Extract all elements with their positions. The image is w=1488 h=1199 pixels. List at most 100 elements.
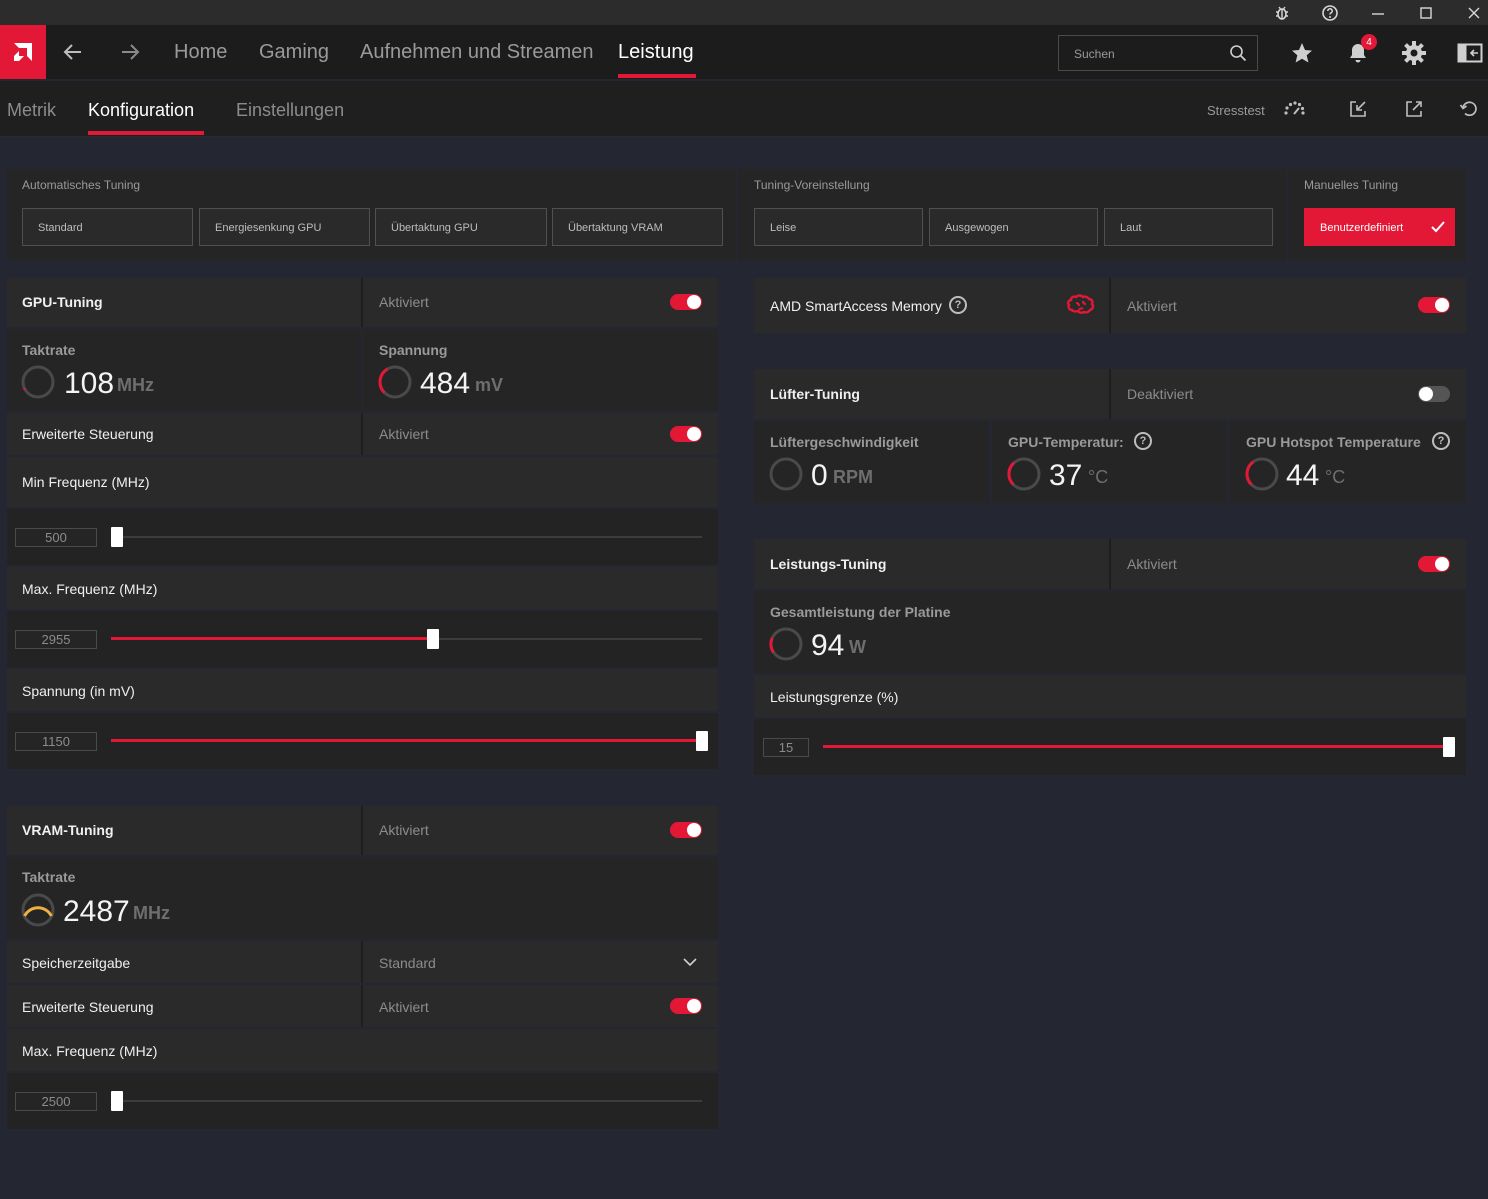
forward-arrow-icon[interactable] [116,38,144,66]
power-limit-input[interactable]: 15 [763,738,809,757]
board-power-unit: W [849,637,866,657]
gpu-min-frequency-slider-thumb[interactable] [111,527,123,547]
vram-max-frequency-row: Max. Frequenz (MHz) [7,1029,718,1071]
import-profile-icon[interactable] [1346,97,1370,121]
vram-advanced-control-row: Erweiterte Steuerung Aktiviert [7,985,718,1027]
tuning-preset-label: Tuning-Voreinstellung [754,178,870,192]
help-icon[interactable]: ? [1134,432,1152,450]
preset-balanced-button[interactable]: Ausgewogen [929,208,1098,246]
nav-home[interactable]: Home [174,41,227,64]
tab-metrics[interactable]: Metrik [7,100,56,121]
settings-gear-icon[interactable] [1399,38,1429,68]
vram-clock-metric: Taktrate 2487 MHz [7,857,718,939]
fan-tuning-toggle[interactable] [1418,386,1450,402]
chevron-down-icon[interactable] [683,957,697,967]
preset-overclock-gpu-button[interactable]: Übertaktung GPU [375,208,547,246]
tuning-preset-panel: Tuning-Voreinstellung Leise Ausgewogen L… [738,169,1286,261]
tab-settings[interactable]: Einstellungen [236,100,344,121]
divider [361,413,363,455]
gpu-tuning-state: Aktiviert [379,294,429,310]
board-power-value: 94 [811,629,845,662]
nav-record-stream[interactable]: Aufnehmen und Streamen [360,41,594,64]
fan-tuning-header: Lüfter-Tuning Deaktiviert [754,369,1466,419]
vram-memory-timing-select[interactable]: Standard [379,955,436,971]
help-icon[interactable]: ? [1432,432,1450,450]
tab-configuration[interactable]: Konfiguration [88,100,194,121]
gpu-max-frequency-row: Max. Frequenz (MHz) [7,567,718,609]
gpu-tuning-toggle[interactable] [670,294,702,310]
minimize-icon[interactable] [1358,0,1398,25]
nav-gaming[interactable]: Gaming [259,41,329,64]
preset-quiet-button[interactable]: Leise [754,208,923,246]
back-arrow-icon[interactable] [59,38,87,66]
preset-overclock-vram-button[interactable]: Übertaktung VRAM [552,208,723,246]
vram-memory-timing-row: Speicherzeitgabe Standard [7,941,718,983]
fan-speed-metric: Lüftergeschwindigkeit 0 RPM [754,421,989,503]
sidebar-panel-icon[interactable] [1455,38,1485,68]
vram-advanced-control-toggle[interactable] [670,998,702,1014]
nav-performance[interactable]: Leistung [618,41,694,64]
vram-max-frequency-label: Max. Frequenz (MHz) [22,1043,158,1059]
vram-tuning-header: VRAM-Tuning Aktiviert [7,806,718,855]
nav-active-indicator [618,74,696,78]
board-power-gauge-icon [769,627,803,661]
smart-access-memory-toggle[interactable] [1418,297,1450,313]
gpu-temperature-unit: °C [1088,467,1109,487]
power-tuning-toggle[interactable] [1418,556,1450,572]
gpu-max-frequency-slider-thumb[interactable] [426,629,439,649]
vram-advanced-control-label: Erweiterte Steuerung [22,999,154,1015]
gpu-voltage-gauge-icon [378,365,412,399]
preset-undervolt-gpu-button[interactable]: Energiesenkung GPU [199,208,370,246]
maximize-icon[interactable] [1406,0,1446,25]
gpu-min-frequency-input[interactable]: 500 [15,528,97,547]
bug-report-icon[interactable] [1262,0,1302,25]
search-box[interactable]: Suchen [1058,35,1258,71]
power-limit-slider-thumb[interactable] [1443,737,1455,757]
power-tuning-state: Aktiviert [1127,556,1177,572]
gpu-voltage-slider-thumb[interactable] [696,731,708,751]
main-navigation: Home Gaming Aufnehmen und Streamen Leist… [0,25,1488,79]
preset-custom-button[interactable]: Benutzerdefiniert [1304,208,1455,246]
brain-icon [1066,294,1095,314]
gpu-temperature-gauge-icon [1007,457,1041,491]
fan-speed-value: 0 [811,459,828,492]
gpu-max-frequency-slider-row: 2955 [7,611,718,667]
gpu-voltage-input[interactable]: 1150 [15,732,97,751]
close-icon[interactable] [1454,0,1488,25]
help-icon[interactable]: ? [949,296,967,314]
gpu-tuning-title: GPU-Tuning [22,294,103,310]
gpu-max-frequency-input[interactable]: 2955 [15,630,97,649]
gpu-tuning-header: GPU-Tuning Aktiviert [7,278,718,327]
smart-access-memory-title: AMD SmartAccess Memory [770,298,942,314]
reset-icon[interactable] [1457,97,1481,121]
preset-custom-label: Benutzerdefiniert [1320,222,1404,234]
divider [1109,278,1111,333]
amd-logo-icon[interactable] [0,25,46,79]
gpu-voltage-row: Spannung (in mV) [7,669,718,711]
gpu-min-frequency-slider-row: 500 [7,509,718,565]
gpu-temperature-value: 37 [1049,459,1083,492]
preset-overclock-vram-label: Übertaktung VRAM [568,222,663,234]
gpu-advanced-control-toggle[interactable] [670,426,702,442]
vram-max-frequency-slider-thumb[interactable] [111,1091,123,1111]
vram-max-frequency-input[interactable]: 2500 [15,1092,97,1111]
gpu-voltage-fill [111,739,702,742]
gpu-voltage-label: Spannung [379,342,448,358]
stresstest-gauge-icon[interactable] [1282,97,1306,121]
vram-max-frequency-track [111,1100,702,1102]
gpu-voltage-slider-row: 1150 [7,713,718,769]
gpu-hotspot-value: 44 [1286,459,1320,492]
power-limit-slider-row: 15 [754,719,1466,775]
favorites-star-icon[interactable] [1287,38,1317,68]
export-profile-icon[interactable] [1402,97,1426,121]
preset-loud-button[interactable]: Laut [1104,208,1273,246]
preset-standard-button[interactable]: Standard [22,208,193,246]
gpu-voltage-slider-label: Spannung (in mV) [22,683,135,699]
vram-max-frequency-slider-row: 2500 [7,1073,718,1129]
vram-tuning-toggle[interactable] [670,822,702,838]
help-icon[interactable] [1310,0,1350,25]
gpu-hotspot-label: GPU Hotspot Temperature [1246,434,1421,450]
stresstest-label[interactable]: Stresstest [1207,103,1265,118]
auto-tuning-label: Automatisches Tuning [22,178,141,192]
power-limit-fill [823,745,1449,748]
